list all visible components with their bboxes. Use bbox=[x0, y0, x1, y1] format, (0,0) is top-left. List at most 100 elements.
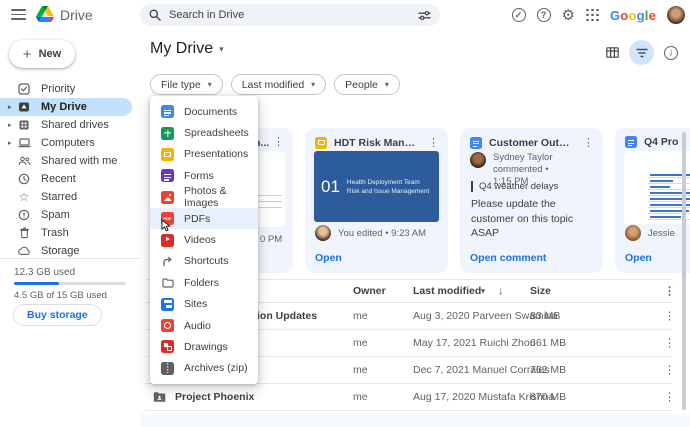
file-size: 661 MB bbox=[530, 337, 567, 349]
plus-icon: + bbox=[22, 45, 32, 63]
computers-icon bbox=[16, 137, 32, 149]
table-row[interactable]: Project Phoenix me Aug 17, 2020 Mustafa … bbox=[145, 384, 675, 411]
page-title[interactable]: My Drive ▾ bbox=[150, 40, 224, 58]
sidebar-item-computers[interactable]: ▸ Computers bbox=[0, 134, 140, 152]
open-comment-link[interactable]: Open comment bbox=[470, 252, 546, 264]
sidebar: + New Priority ▸ My Drive ▸ Shared drive… bbox=[0, 30, 140, 427]
sidebar-item-spam[interactable]: Spam bbox=[0, 206, 140, 224]
drive-logo-icon bbox=[36, 6, 54, 22]
avatar bbox=[315, 225, 331, 241]
menu-item-forms[interactable]: Forms bbox=[150, 165, 258, 186]
vertical-scrollbar[interactable] bbox=[682, 132, 686, 410]
docs-file-icon bbox=[625, 136, 637, 148]
menu-item-documents[interactable]: Documents bbox=[150, 101, 258, 122]
file-owner: me bbox=[353, 310, 368, 322]
sidebar-item-shared-drives[interactable]: ▸ Shared drives bbox=[0, 116, 140, 134]
size-column-header[interactable]: Size bbox=[530, 285, 551, 297]
sort-direction-icon[interactable]: ↓ bbox=[498, 285, 504, 297]
more-options-icon[interactable]: ⋮ bbox=[664, 285, 675, 298]
star-icon: ☆ bbox=[18, 190, 30, 204]
storage-quota-label: 4.5 GB of 15 GB used bbox=[14, 290, 107, 301]
sidebar-item-my-drive[interactable]: ▸ My Drive bbox=[0, 98, 132, 116]
shared-with-me-icon bbox=[16, 155, 32, 167]
people-chip[interactable]: People ▾ bbox=[334, 74, 400, 95]
search-bar[interactable] bbox=[140, 4, 440, 26]
expand-arrow-icon[interactable]: ▸ bbox=[8, 121, 16, 129]
buy-storage-button[interactable]: Buy storage bbox=[13, 304, 102, 326]
search-options-icon[interactable] bbox=[418, 9, 431, 22]
account-avatar[interactable] bbox=[667, 6, 685, 24]
filter-list-icon[interactable] bbox=[629, 40, 654, 65]
slides-file-icon bbox=[315, 136, 327, 149]
suggested-card[interactable]: Customer Outreach... ⋮ Sydney Taylor com… bbox=[460, 128, 603, 273]
new-button[interactable]: + New bbox=[9, 40, 75, 68]
grid-view-icon[interactable] bbox=[606, 47, 619, 58]
drawings-icon bbox=[161, 340, 174, 354]
last-modified-column-header[interactable]: Last modified bbox=[413, 285, 481, 297]
mouse-cursor bbox=[161, 219, 172, 232]
slides-icon bbox=[161, 147, 174, 161]
card-activity: 0 PM bbox=[260, 234, 283, 245]
shared-folder-icon bbox=[153, 392, 166, 403]
info-icon[interactable]: i bbox=[664, 45, 678, 60]
card-activity: Jessie bbox=[648, 227, 675, 239]
menu-item-sites[interactable]: Sites bbox=[150, 294, 258, 315]
menu-item-audio[interactable]: Audio bbox=[150, 315, 258, 336]
menu-item-drawings[interactable]: Drawings bbox=[150, 336, 258, 357]
more-options-icon[interactable]: ⋮ bbox=[664, 391, 675, 404]
sidebar-item-trash[interactable]: Trash bbox=[0, 224, 140, 242]
offline-status-icon[interactable]: ✓ bbox=[511, 8, 526, 22]
sites-icon bbox=[161, 297, 174, 311]
storage-used-label: 12.3 GB used bbox=[14, 267, 76, 278]
chevron-down-icon[interactable]: ▾ bbox=[481, 287, 485, 296]
sheets-icon bbox=[161, 126, 174, 140]
menu-item-shortcuts[interactable]: Shortcuts bbox=[150, 251, 258, 272]
more-options-icon[interactable]: ⋮ bbox=[664, 310, 675, 323]
chevron-down-icon: ▾ bbox=[219, 43, 224, 54]
last-modified-chip[interactable]: Last modified ▾ bbox=[230, 74, 327, 95]
sidebar-item-priority[interactable]: Priority bbox=[0, 80, 140, 98]
suggested-card[interactable]: Q4 Pro Jessie Open bbox=[615, 128, 690, 273]
more-options-icon[interactable]: ⋮ bbox=[664, 337, 675, 350]
audio-icon bbox=[161, 319, 174, 333]
menu-item-folders[interactable]: Folders bbox=[150, 272, 258, 293]
google-logo: Google bbox=[609, 7, 656, 23]
video-icon bbox=[161, 233, 174, 247]
owner-column-header[interactable]: Owner bbox=[353, 285, 386, 297]
page-background bbox=[140, 414, 690, 427]
menu-item-photos-images[interactable]: Photos & Images bbox=[150, 185, 258, 209]
menu-item-spreadsheets[interactable]: Spreadsheets bbox=[150, 122, 258, 143]
sidebar-item-starred[interactable]: ☆ Starred bbox=[0, 188, 140, 206]
suggested-card[interactable]: HDT Risk Management ⋮ 01 Health Deployme… bbox=[305, 128, 448, 273]
more-options-icon[interactable]: ⋮ bbox=[425, 136, 442, 149]
open-link[interactable]: Open bbox=[315, 252, 342, 264]
app-name: Drive bbox=[60, 7, 93, 23]
menu-icon[interactable] bbox=[11, 9, 26, 20]
more-options-icon[interactable]: ⋮ bbox=[270, 135, 287, 148]
open-link[interactable]: Open bbox=[625, 252, 652, 264]
search-input[interactable] bbox=[169, 9, 410, 21]
menu-item-videos[interactable]: Videos bbox=[150, 229, 258, 250]
spam-icon bbox=[16, 209, 32, 221]
settings-gear-icon[interactable]: ⚙ bbox=[562, 8, 575, 23]
google-apps-grid-icon[interactable] bbox=[585, 8, 599, 22]
menu-item-presentations[interactable]: Presentations bbox=[150, 144, 258, 165]
help-icon[interactable]: ? bbox=[536, 8, 551, 22]
sidebar-item-shared-with-me[interactable]: Shared with me bbox=[0, 152, 140, 170]
file-modified: May 17, 2021 Ruichi Zhou bbox=[413, 337, 536, 349]
file-type-chip[interactable]: File type ▾ bbox=[150, 74, 223, 95]
file-name: ion Updates bbox=[257, 310, 318, 322]
more-options-icon[interactable]: ⋮ bbox=[580, 136, 597, 149]
expand-arrow-icon[interactable]: ▸ bbox=[8, 103, 16, 111]
more-options-icon[interactable]: ⋮ bbox=[664, 364, 675, 377]
avatar bbox=[625, 225, 641, 241]
menu-item-archives[interactable]: Archives (zip) bbox=[150, 358, 258, 379]
sidebar-divider bbox=[0, 258, 140, 259]
trash-icon bbox=[16, 227, 32, 239]
cloud-icon bbox=[16, 245, 32, 257]
card-activity: You edited • 9:23 AM bbox=[338, 227, 427, 239]
file-size: 670 MB bbox=[530, 391, 567, 403]
sidebar-item-recent[interactable]: Recent bbox=[0, 170, 140, 188]
chevron-down-icon: ▾ bbox=[311, 80, 316, 89]
expand-arrow-icon[interactable]: ▸ bbox=[8, 139, 16, 147]
